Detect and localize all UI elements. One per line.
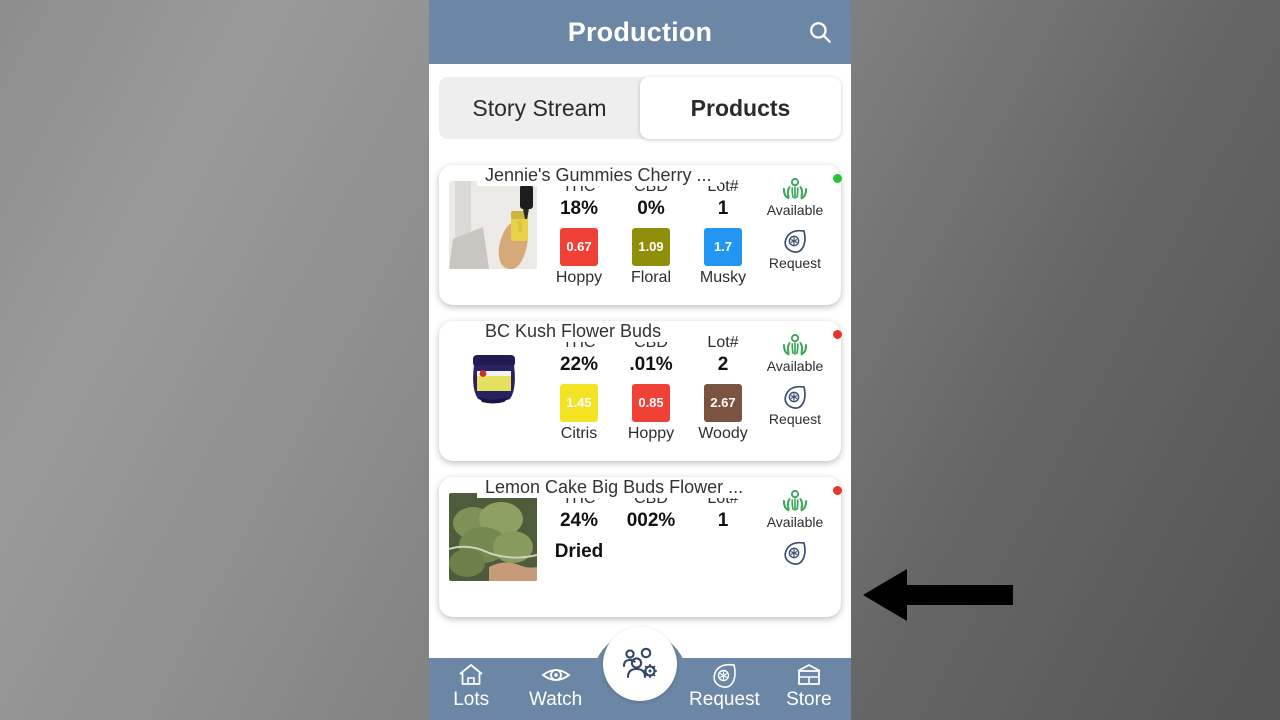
nav-label: Watch	[529, 689, 583, 710]
flavor-value: 2.67	[704, 383, 742, 422]
lot-value: 1	[717, 198, 729, 219]
phone-screen: Production Story Stream Products Jennie'…	[429, 0, 851, 720]
product-card-block: Jennie's Gummies Cherry ... THC 18% CBD …	[439, 165, 842, 305]
flavor-chip[interactable]: 1.09 Floral	[615, 227, 687, 287]
nav-label: Request	[689, 689, 760, 710]
nav-label: Store	[786, 689, 832, 710]
tab-bar-container: Story Stream Products	[429, 64, 851, 149]
thc-value: 18%	[559, 198, 599, 219]
status-badge	[833, 330, 842, 339]
flavor-value: 0.85	[632, 383, 670, 422]
flavor-row: Dried	[543, 540, 831, 566]
nav-item-store[interactable]: Store	[767, 658, 851, 711]
lot-stat: Lot# 2	[687, 333, 759, 378]
product-thumbnail[interactable]	[449, 181, 537, 269]
flavor-name: Hoppy	[627, 424, 675, 442]
hands-plant-icon	[782, 490, 808, 512]
product-thumbnail[interactable]	[449, 493, 537, 581]
thc-value: 22%	[559, 354, 599, 375]
flavor-value: 1.7	[704, 227, 742, 266]
flavor-name: Woody	[698, 424, 748, 442]
product-title: BC Kush Flower Buds	[477, 321, 670, 342]
available-label: Available	[766, 514, 824, 530]
cbd-value: 0%	[637, 198, 665, 219]
request-button[interactable]: Request	[759, 384, 831, 427]
flavor-name: Hoppy	[555, 268, 603, 286]
product-title: Jennie's Gummies Cherry ...	[477, 165, 720, 186]
app-bar: Production	[429, 0, 851, 64]
flavor-chip[interactable]: 2.67 Woody	[687, 383, 759, 443]
product-card-block: Lemon Cake Big Buds Flower ... THC 24% C…	[439, 477, 842, 617]
page-title: Production	[567, 16, 713, 47]
flavor-chip[interactable]: 0.85 Hoppy	[615, 383, 687, 443]
product-thumbnail[interactable]	[449, 337, 537, 425]
product-list: Jennie's Gummies Cherry ... THC 18% CBD …	[429, 165, 851, 617]
available-button[interactable]: Available	[759, 330, 842, 374]
tab-story-stream[interactable]: Story Stream	[439, 77, 640, 139]
product-card[interactable]: THC 22% CBD .01% Lot# 2 Available 1.45 C…	[439, 321, 842, 461]
lot-value: 1	[717, 510, 729, 531]
leaf-request-icon	[784, 229, 806, 253]
nav-label: Lots	[453, 689, 490, 710]
available-label: Available	[766, 202, 824, 218]
lot-value: 2	[717, 354, 729, 375]
dried-label: Dried	[554, 540, 604, 562]
home-icon	[459, 664, 483, 685]
flavor-value: 1.45	[560, 383, 598, 422]
flavor-chip[interactable]: 0.67 Hoppy	[543, 227, 615, 287]
left-pointing-arrow	[863, 569, 1013, 621]
available-button[interactable]: Available	[759, 174, 842, 218]
product-details: THC 24% CBD 002% Lot# 1 Available Dried	[543, 486, 842, 603]
request-label: Request	[768, 410, 822, 427]
flavor-name: Citris	[560, 424, 598, 442]
lot-label: Lot#	[707, 334, 739, 351]
status-badge	[833, 174, 842, 183]
product-card-block: BC Kush Flower Buds THC 22% CBD .01% Lot…	[439, 321, 842, 461]
people-gear-icon	[622, 647, 658, 679]
store-icon	[797, 664, 821, 685]
request-button[interactable]: Request	[759, 228, 831, 271]
nav-item-request[interactable]: Request	[682, 658, 766, 711]
thc-value: 24%	[559, 510, 599, 531]
flavor-name: Floral	[630, 268, 671, 286]
manage-users-fab[interactable]	[603, 627, 677, 701]
request-label: Request	[768, 254, 822, 271]
product-title: Lemon Cake Big Buds Flower ...	[477, 477, 752, 498]
flavor-chip[interactable]: 1.7 Musky	[687, 227, 759, 287]
leaf-request-icon	[784, 385, 806, 409]
leaf-request-icon	[784, 541, 806, 565]
flavor-value: 1.09	[632, 227, 670, 266]
available-label: Available	[766, 358, 824, 374]
product-card[interactable]: THC 24% CBD 002% Lot# 1 Available Dried	[439, 477, 842, 617]
flavor-row: 1.45 Citris 0.85 Hoppy 2.67 Woody Reques…	[543, 383, 831, 443]
eye-icon	[541, 669, 571, 681]
product-card[interactable]: THC 18% CBD 0% Lot# 1 Available 0.67 Hop…	[439, 165, 842, 305]
status-badge	[833, 486, 842, 495]
cbd-value: 002%	[626, 510, 676, 531]
flavor-chip[interactable]: 1.45 Citris	[543, 383, 615, 443]
hands-plant-icon	[782, 334, 808, 356]
product-details: THC 18% CBD 0% Lot# 1 Available 0.67 Hop…	[543, 174, 842, 291]
cbd-value: .01%	[629, 354, 673, 375]
hands-plant-icon	[782, 178, 808, 200]
leaf-request-icon	[713, 663, 737, 688]
search-icon[interactable]	[803, 15, 837, 49]
nav-item-lots[interactable]: Lots	[429, 658, 513, 711]
available-button[interactable]: Available	[759, 486, 842, 530]
flavor-value: 0.67	[560, 227, 598, 266]
bottom-navigation: Lots Watch Request Store	[429, 627, 851, 720]
tab-products[interactable]: Products	[640, 77, 841, 139]
request-button[interactable]	[759, 540, 831, 566]
product-details: THC 22% CBD .01% Lot# 2 Available 1.45 C…	[543, 330, 842, 447]
partial-flavor-text: Dried	[543, 540, 615, 565]
nav-item-watch[interactable]: Watch	[513, 658, 597, 711]
flavor-name: Musky	[699, 268, 747, 286]
flavor-row: 0.67 Hoppy 1.09 Floral 1.7 Musky Request	[543, 227, 831, 287]
segmented-tabs: Story Stream Products	[439, 77, 841, 139]
